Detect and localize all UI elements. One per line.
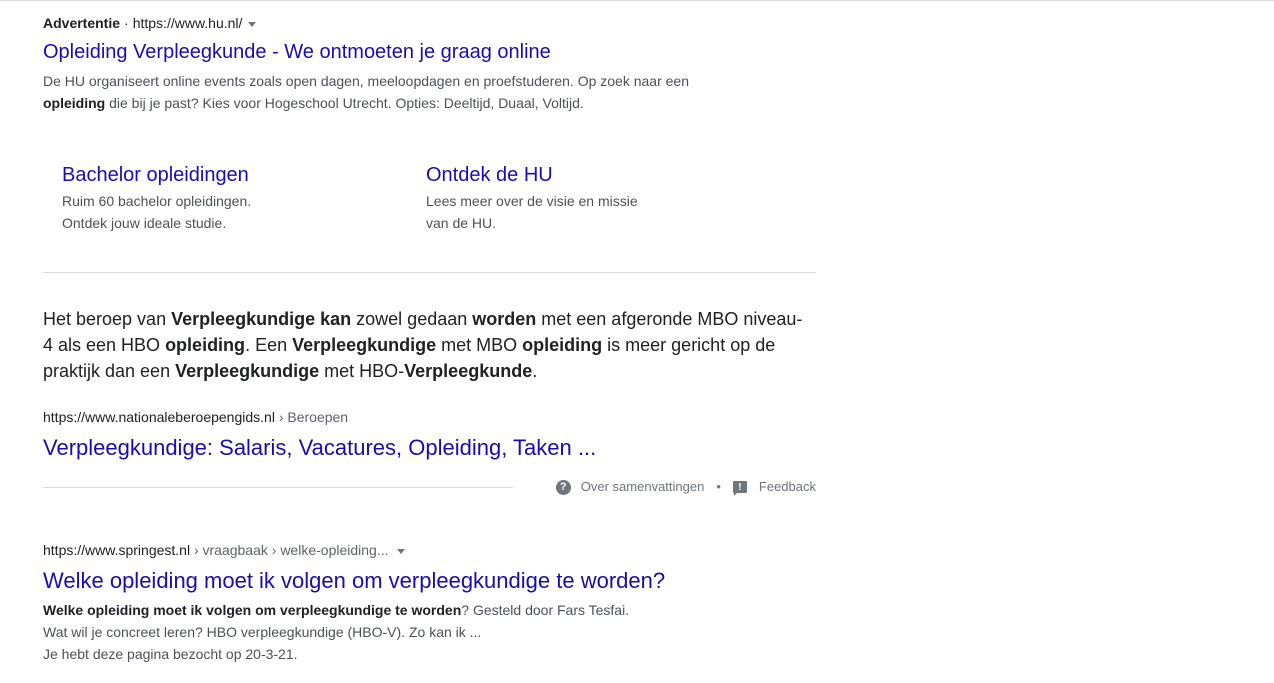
- result-url-domain: https://www.springest.nl: [43, 542, 191, 558]
- result-title-link[interactable]: Welke opleiding moet ik volgen om verple…: [43, 567, 665, 595]
- sitelink-bachelor-desc: Ruim 60 bachelor opleidingen. Ontdek jou…: [62, 190, 251, 234]
- sitelink-ontdek-desc: Lees meer over de visie en missie van de…: [426, 190, 638, 234]
- featured-bold-term: opleiding: [522, 335, 603, 355]
- result-snippet-bold: Welke opleiding moet ik volgen om verple…: [43, 602, 462, 618]
- featured-text-run: Het beroep van: [43, 309, 172, 329]
- featured-bold-term: Verpleegkunde: [404, 361, 533, 381]
- featured-text-run: .: [532, 361, 538, 381]
- ad-desc-part-2: die bij je past? Kies voor Hogeschool Ut…: [105, 95, 584, 111]
- featured-url-domain: https://www.nationaleberoepengids.nl: [43, 409, 275, 425]
- separator-dot: •: [716, 479, 721, 494]
- result-breadcrumb: › vraagbaak › welke-opleiding...: [190, 542, 389, 558]
- result-snippet-part: ? Gesteld door Fars Tesfai.: [461, 602, 630, 618]
- featured-bold-term: opleiding: [165, 335, 246, 355]
- visited-note: Je hebt deze pagina bezocht op 20-3-21.: [43, 646, 298, 662]
- featured-text-run: . Een: [245, 335, 293, 355]
- featured-text-run: zowel gedaan: [351, 309, 473, 329]
- chevron-down-icon[interactable]: [248, 21, 257, 27]
- featured-title-link[interactable]: Verpleegkundige: Salaris, Vacatures, Opl…: [43, 434, 596, 462]
- featured-bold-term: Verpleegkundige: [292, 335, 437, 355]
- divider: [43, 272, 816, 273]
- featured-footer: ? Over samenvattingen • Feedback: [555, 478, 816, 497]
- ad-meta-line: Advertentie · https://www.hu.nl/: [43, 14, 257, 32]
- ad-description: De HU organiseert online events zoals op…: [43, 70, 753, 114]
- about-snippets-link[interactable]: Over samenvattingen: [581, 478, 705, 496]
- ad-label: Advertentie: [43, 15, 121, 31]
- ad-separator: ·: [124, 15, 129, 31]
- chevron-down-icon[interactable]: [396, 548, 405, 554]
- sitelink-desc-line: Lees meer over de visie en missie: [426, 193, 638, 209]
- divider: [43, 487, 513, 488]
- feedback-icon[interactable]: [732, 479, 747, 497]
- featured-bold-term: worden: [472, 309, 537, 329]
- sitelink-ontdek[interactable]: Ontdek de HU: [426, 163, 553, 187]
- ad-title-link[interactable]: Opleiding Verpleegkunde - We ontmoeten j…: [43, 39, 551, 65]
- featured-url[interactable]: https://www.nationaleberoepengids.nl › B…: [43, 408, 348, 426]
- featured-breadcrumb: › Beroepen: [274, 409, 349, 425]
- ad-desc-part-1: De HU organiseert online events zoals op…: [43, 73, 689, 89]
- sitelink-bachelor[interactable]: Bachelor opleidingen: [62, 163, 249, 187]
- ad-url: https://www.hu.nl/: [132, 15, 243, 31]
- result-url[interactable]: https://www.springest.nl › vraagbaak › w…: [43, 541, 405, 559]
- top-border: [0, 0, 1274, 1]
- featured-bold-term: Verpleegkundige: [175, 361, 320, 381]
- featured-text-run: met MBO: [436, 335, 523, 355]
- result-snippet: Welke opleiding moet ik volgen om verple…: [43, 599, 803, 665]
- sitelink-desc-line: Ontdek jouw ideale studie.: [62, 215, 227, 231]
- result-snippet-line: Wat wil je concreet leren? HBO verpleegk…: [43, 624, 482, 640]
- feedback-link[interactable]: Feedback: [759, 478, 816, 496]
- sitelink-desc-line: van de HU.: [426, 215, 497, 231]
- help-icon[interactable]: ?: [555, 479, 571, 495]
- featured-snippet-text: Het beroep van Verpleegkundige kan zowel…: [43, 306, 803, 384]
- result-snippet-line: Welke opleiding moet ik volgen om verple…: [43, 599, 803, 621]
- ad-desc-bold: opleiding: [43, 95, 106, 111]
- featured-text-run: met HBO-: [319, 361, 405, 381]
- featured-bold-term: Verpleegkundige kan: [171, 309, 352, 329]
- sitelink-desc-line: Ruim 60 bachelor opleidingen.: [62, 193, 252, 209]
